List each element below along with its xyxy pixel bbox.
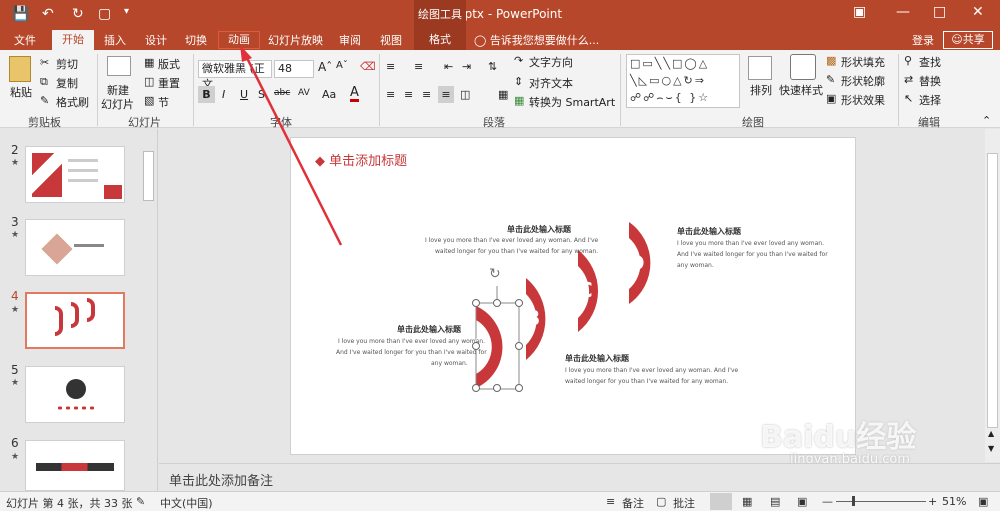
language[interactable]: 中文(中国) [160, 495, 213, 511]
notes-pane[interactable]: 单击此处添加备注 [159, 463, 1000, 491]
zoom-slider[interactable] [836, 501, 926, 502]
comments-button[interactable]: 批注 [673, 495, 695, 511]
sorter-view-icon[interactable]: ▦ [742, 495, 752, 508]
zoom-out-icon[interactable]: — [822, 495, 833, 508]
zoom-in-icon[interactable]: + [928, 495, 937, 508]
spell-check-icon[interactable]: ✎ [136, 495, 145, 508]
zoom-slider-thumb[interactable] [852, 496, 855, 506]
notes-placeholder: 单击此处添加备注 [169, 474, 274, 489]
normal-view-icon[interactable] [710, 493, 732, 510]
comments-icon[interactable]: ▢ [656, 495, 666, 508]
slide-count: 幻灯片 第 4 张，共 33 张 [6, 497, 133, 510]
zoom-level[interactable]: 51% [942, 495, 966, 508]
slideshow-view-icon[interactable]: ▣ [797, 495, 807, 508]
fit-slide-icon[interactable]: ▣ [978, 495, 988, 508]
status-bar: 幻灯片 第 4 张，共 33 张 ✎ 中文(中国) ≡ 备注 ▢ 批注 ▦ ▤ … [0, 491, 1000, 511]
notes-button[interactable]: 备注 [622, 495, 644, 511]
reading-view-icon[interactable]: ▤ [770, 495, 780, 508]
notes-icon[interactable]: ≡ [606, 495, 615, 508]
watermark-logo: Baidu经验 [760, 420, 917, 455]
